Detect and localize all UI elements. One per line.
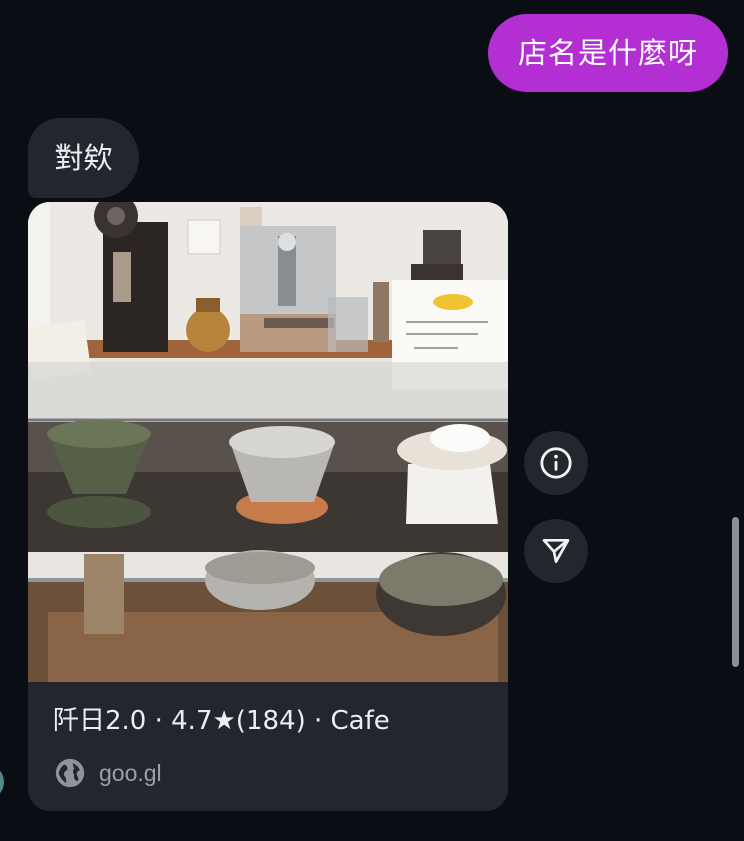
scrollbar[interactable] <box>732 517 739 667</box>
incoming-message-text: 對欸 <box>54 141 113 175</box>
sender-avatar[interactable] <box>0 764 4 800</box>
place-share-card[interactable]: 阡日2.0 · 4.7★(184) · Cafe goo.gl <box>28 202 508 811</box>
link-domain: goo.gl <box>99 759 162 786</box>
cafe-counter-photo[interactable] <box>28 202 508 682</box>
outgoing-message-text: 店名是什麼呀 <box>517 36 698 70</box>
info-button[interactable] <box>524 431 588 495</box>
info-icon <box>540 447 572 479</box>
place-link[interactable]: goo.gl <box>53 756 162 790</box>
globe-icon <box>55 758 85 788</box>
chat-screen: 店名是什麼呀 對欸 阡日2.0 · 4.7★(184) · Cafe goo.g… <box>0 0 744 841</box>
place-title: 阡日2.0 · 4.7★(184) · Cafe <box>53 706 390 736</box>
send-icon <box>542 539 570 563</box>
share-button[interactable] <box>524 519 588 583</box>
incoming-message-bubble[interactable]: 對欸 <box>28 118 139 198</box>
outgoing-message-bubble[interactable]: 店名是什麼呀 <box>488 14 728 92</box>
